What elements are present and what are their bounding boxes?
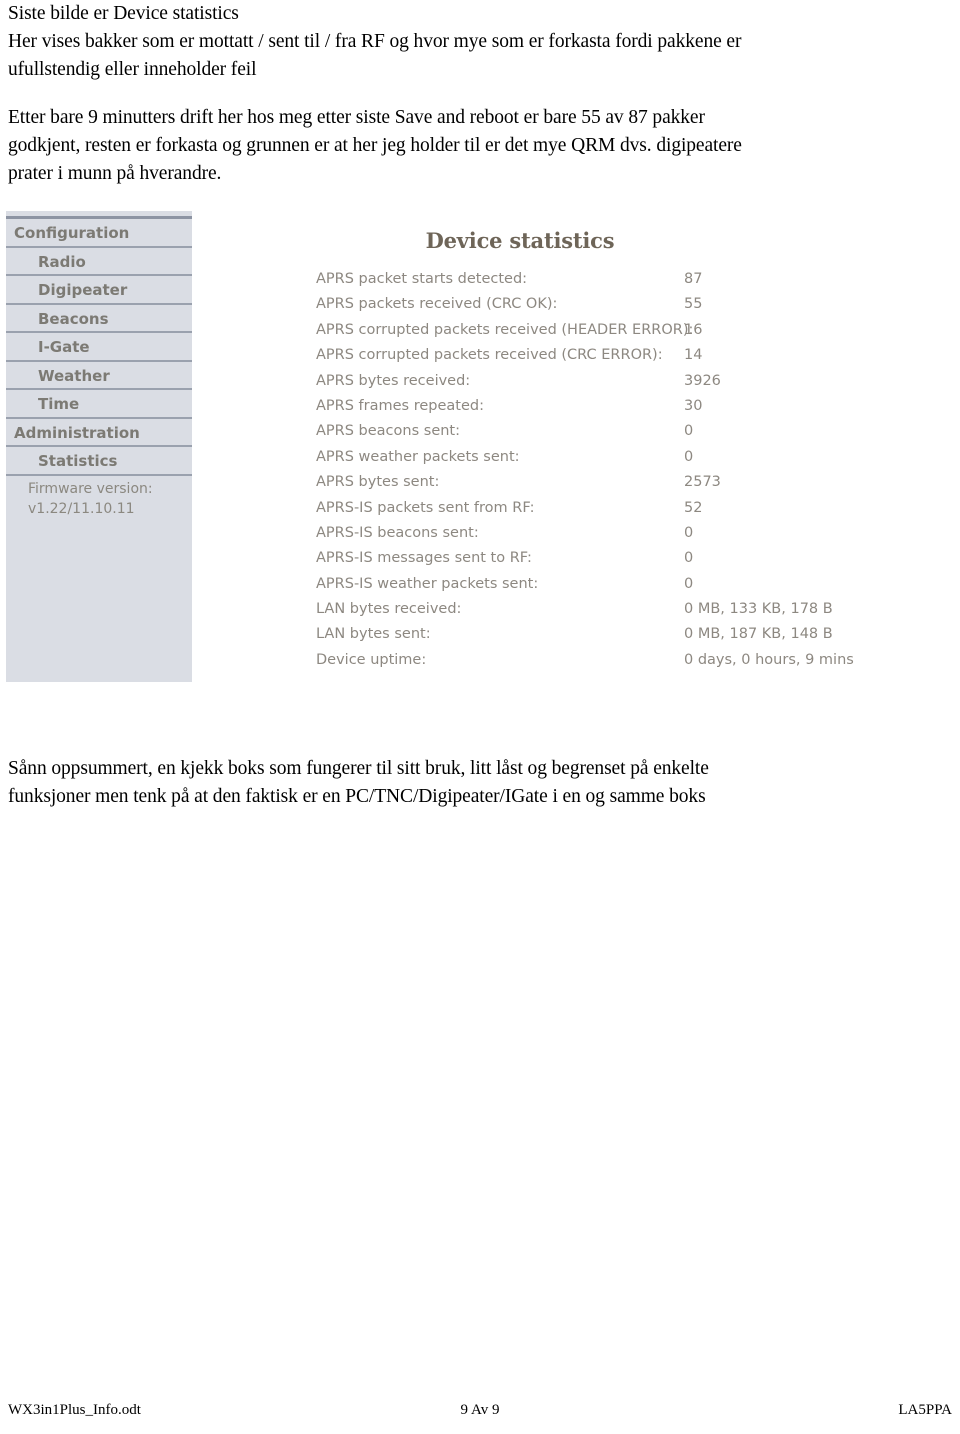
stat-label: APRS-IS packets sent from RF:: [316, 499, 535, 516]
stat-label: APRS-IS beacons sent:: [316, 524, 479, 541]
stat-row-aprs-corrupted-header-error: APRS corrupted packets received (HEADER …: [306, 322, 896, 347]
stat-value: 0: [684, 524, 694, 541]
stat-row-aprs-packet-starts-detected: APRS packet starts detected: 87: [306, 271, 896, 296]
stat-label: APRS beacons sent:: [316, 423, 460, 440]
stat-row-aprs-is-packets-sent-from-rf: APRS-IS packets sent from RF: 52: [306, 500, 896, 525]
sidebar-item-radio[interactable]: Radio: [6, 247, 192, 276]
stat-value: 3926: [684, 372, 721, 389]
device-statistics-screenshot: Configuration Radio Digipeater Beacons I…: [6, 211, 906, 682]
footer-callsign: LA5PPA: [898, 1402, 952, 1418]
sidebar-item-weather[interactable]: Weather: [6, 361, 192, 390]
stat-label: APRS weather packets sent:: [316, 448, 520, 465]
firmware-version-block: Firmware version: v1.22/11.10.11: [6, 479, 192, 519]
second-line-2: godkjent, resten er forkasta og grunnen …: [8, 135, 742, 156]
stat-value: 0: [684, 575, 694, 592]
stat-label: LAN bytes sent:: [316, 626, 431, 643]
stat-value: 52: [684, 499, 703, 516]
sidebar-item-digipeater[interactable]: Digipeater: [6, 276, 192, 305]
intro-line-2: Her vises bakker som er mottatt / sent t…: [8, 31, 742, 52]
stat-label: APRS frames repeated:: [316, 397, 484, 414]
statistics-panel: Device statistics APRS packet starts det…: [306, 212, 896, 677]
sidebar-item-administration[interactable]: Administration: [6, 418, 192, 447]
footer-page-number: 9 Av 9: [460, 1402, 500, 1418]
sidebar-item-configuration[interactable]: Configuration: [6, 219, 192, 248]
document-intro-text: Siste bilde er Device statistics Her vis…: [8, 0, 938, 188]
sidebar-item-label: Digipeater: [38, 281, 128, 299]
stat-value: 2573: [684, 474, 721, 491]
stat-row-aprs-is-messages-sent-to-rf: APRS-IS messages sent to RF: 0: [306, 550, 896, 575]
sidebar-item-label: I-Gate: [38, 338, 90, 356]
stat-row-device-uptime: Device uptime: 0 days, 0 hours, 9 mins: [306, 652, 896, 677]
stat-label: APRS packets received (CRC OK):: [316, 296, 558, 313]
stat-value: 87: [684, 271, 703, 287]
sidebar-item-label: Time: [38, 395, 80, 413]
sidebar-item-label: Weather: [38, 366, 110, 385]
stat-row-aprs-weather-packets-sent: APRS weather packets sent: 0: [306, 449, 896, 474]
stat-row-aprs-bytes-received: APRS bytes received: 3926: [306, 373, 896, 398]
stat-label: APRS bytes received:: [316, 372, 471, 389]
stat-row-aprs-is-weather-packets-sent: APRS-IS weather packets sent: 0: [306, 576, 896, 601]
stat-value: 55: [684, 296, 703, 313]
stat-label: APRS corrupted packets received (CRC ERR…: [316, 347, 663, 364]
sidebar-item-i-gate[interactable]: I-Gate: [6, 333, 192, 362]
sidebar-top-strip: [6, 211, 192, 216]
sidebar-item-label: Administration: [14, 423, 140, 442]
firmware-version-label: Firmware version:: [28, 481, 153, 497]
stat-value: 0 MB, 187 KB, 148 B: [684, 626, 833, 643]
sidebar-item-time[interactable]: Time: [6, 390, 192, 419]
second-line-1: Etter bare 9 minutters drift her hos meg…: [8, 107, 705, 128]
stat-value: 0: [684, 423, 694, 440]
document-closing-text: Sånn oppsummert, en kjekk boks som funge…: [8, 755, 938, 811]
statistics-list: APRS packet starts detected: 87 APRS pac…: [306, 271, 896, 677]
stat-label: LAN bytes received:: [316, 601, 462, 618]
stat-row-aprs-packets-received-crc-ok: APRS packets received (CRC OK): 55: [306, 296, 896, 321]
page-footer: WX3in1Plus_Info.odt 9 Av 9 LA5PPA: [8, 1402, 952, 1426]
stat-row-lan-bytes-sent: LAN bytes sent: 0 MB, 187 KB, 148 B: [306, 626, 896, 651]
stat-row-aprs-corrupted-crc-error: APRS corrupted packets received (CRC ERR…: [306, 347, 896, 372]
firmware-version-value: v1.22/11.10.11: [28, 501, 135, 517]
intro-line-1: Siste bilde er Device statistics: [8, 3, 239, 24]
stat-value: 0: [684, 448, 694, 465]
stat-value: 0 days, 0 hours, 9 mins: [684, 651, 854, 668]
stat-label: APRS packet starts detected:: [316, 271, 528, 287]
stat-label: APRS bytes sent:: [316, 474, 440, 491]
sidebar-item-label: Statistics: [38, 452, 118, 470]
second-line-3: prater i munn på hverandre.: [8, 163, 222, 184]
stat-row-lan-bytes-received: LAN bytes received: 0 MB, 133 KB, 178 B: [306, 601, 896, 626]
stat-value: 16: [684, 321, 703, 338]
stat-row-aprs-beacons-sent: APRS beacons sent: 0: [306, 423, 896, 448]
stat-label: APRS corrupted packets received (HEADER …: [316, 321, 694, 338]
sidebar-nav: Configuration Radio Digipeater Beacons I…: [6, 211, 192, 682]
closing-line-2: funksjoner men tenk på at den faktisk er…: [8, 786, 706, 807]
stat-value: 0: [684, 550, 694, 567]
stat-label: APRS-IS messages sent to RF:: [316, 550, 532, 567]
intro-line-3: ufullstendig eller inneholder feil: [8, 59, 257, 80]
closing-line-1: Sånn oppsummert, en kjekk boks som funge…: [8, 758, 709, 779]
stat-value: 0 MB, 133 KB, 178 B: [684, 601, 833, 618]
sidebar-item-beacons[interactable]: Beacons: [6, 304, 192, 333]
stat-label: Device uptime:: [316, 651, 427, 668]
sidebar-item-label: Configuration: [14, 224, 130, 242]
stat-row-aprs-is-beacons-sent: APRS-IS beacons sent: 0: [306, 525, 896, 550]
sidebar-item-label: Beacons: [38, 309, 109, 328]
sidebar-item-statistics[interactable]: Statistics: [6, 447, 192, 476]
stat-row-aprs-bytes-sent: APRS bytes sent: 2573: [306, 474, 896, 499]
stat-label: APRS-IS weather packets sent:: [316, 575, 539, 592]
stat-value: 14: [684, 347, 703, 364]
stat-row-aprs-frames-repeated: APRS frames repeated: 30: [306, 398, 896, 423]
sidebar-item-label: Radio: [38, 252, 86, 271]
stat-value: 30: [684, 397, 703, 414]
page-title: Device statistics: [425, 228, 615, 253]
